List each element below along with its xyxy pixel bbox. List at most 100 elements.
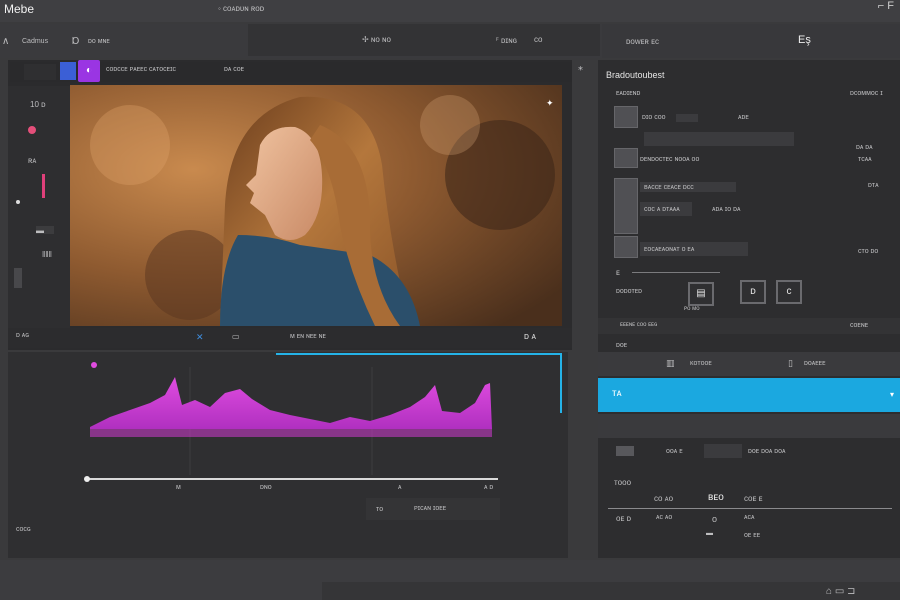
sub-b: ᴅᴏᴇ ᴅᴏᴀ ᴅᴏᴀ bbox=[748, 448, 786, 455]
table-r2-c3[interactable]: ᴏ bbox=[712, 514, 717, 524]
stop-icon[interactable]: ▭ bbox=[232, 332, 240, 341]
waveform-panel-label: ᴄᴏᴄɢ bbox=[16, 526, 31, 533]
toolbar-menu-item-2[interactable]: ᴅᴏ ᴍɴᴇ bbox=[88, 38, 110, 45]
row-3-value: ᴄᴏᴄ ᴀ ᴅᴛᴀᴀᴀ bbox=[644, 206, 680, 213]
chevron-up-icon[interactable]: ∧ bbox=[2, 36, 9, 47]
table-divider bbox=[608, 508, 892, 509]
footer-mid[interactable]: ᴘɪᴄᴀɴ ɪᴏᴇᴇ bbox=[414, 505, 446, 512]
icon-button-1[interactable]: ᴅ bbox=[740, 280, 766, 304]
table-r3-c1: ▬ bbox=[706, 530, 713, 537]
tool-handle[interactable] bbox=[14, 268, 22, 288]
footer-left[interactable]: ᴛᴏ bbox=[376, 506, 383, 513]
table-r2-c2: ᴀᴄ ᴀᴏ bbox=[656, 514, 673, 521]
rewind-icon[interactable]: ✕ bbox=[196, 332, 204, 343]
divider-icon: ᴇ bbox=[616, 268, 620, 277]
row-3-meta: ᴅᴛᴀ bbox=[868, 182, 879, 189]
row-1-meta: ᴅᴀ ᴅᴀ bbox=[856, 144, 873, 151]
scrub-track[interactable] bbox=[86, 478, 498, 480]
table-r2-c1: ᴏᴇ ᴅ bbox=[616, 514, 631, 523]
viewer-tab-label[interactable]: ᴄᴏᴅᴄᴄᴇ ᴘᴀᴇᴇᴄ ᴄᴀᴛᴏᴄᴇɪᴄ bbox=[106, 66, 176, 73]
level-slider[interactable] bbox=[42, 174, 45, 198]
section3-b[interactable]: ᴅᴏᴀᴇᴇᴇ bbox=[804, 360, 826, 367]
table-header: ᴛᴏᴏᴏ bbox=[614, 478, 632, 487]
transport-right[interactable]: ᴅ ᴀ bbox=[524, 331, 536, 341]
pin-icon[interactable]: ⁎ bbox=[578, 62, 583, 73]
x-tick-1: ᴍ bbox=[176, 484, 181, 491]
waveform-graph[interactable] bbox=[80, 355, 500, 475]
track-menu-icon[interactable]: ▾ bbox=[890, 390, 894, 399]
selected-track-bar[interactable] bbox=[598, 378, 900, 412]
action-label: ᴅᴏᴅᴏᴛᴇᴅ bbox=[616, 288, 642, 295]
divider bbox=[632, 272, 720, 273]
section3-a[interactable]: ᴋᴏᴛᴏᴏᴇ bbox=[690, 360, 712, 367]
toolbar-button-es[interactable]: Eş bbox=[798, 34, 811, 46]
x-tick-3: ᴀ bbox=[398, 484, 402, 491]
tool-label-4[interactable]: ǁǁǁ bbox=[42, 250, 52, 259]
timecode: ᴍ ᴇɴ ɴᴇᴇ ɴᴇ bbox=[290, 333, 326, 340]
sub-field[interactable] bbox=[704, 444, 742, 458]
icon-button-2[interactable]: ᴄ bbox=[776, 280, 802, 304]
row-1-thumbnail[interactable] bbox=[614, 106, 638, 128]
x-tick-4: ᴀ ᴅ bbox=[484, 484, 494, 491]
table-r1-c2: ʙᴇᴏ bbox=[708, 492, 724, 503]
toolbar-menu-item[interactable]: Cadmus bbox=[22, 38, 48, 45]
right-sub-left: ᴇᴀᴅɪᴇɴᴅ bbox=[616, 90, 641, 97]
tool-label-1[interactable]: 10 ᴅ bbox=[30, 100, 46, 109]
right-panel-title: Bradoutoubest bbox=[606, 70, 665, 80]
heart-icon[interactable] bbox=[28, 126, 36, 134]
toolbar-button-ding[interactable]: ꟳ ᴅɪɴɢ bbox=[496, 35, 517, 46]
section-left: ᴇᴇᴇɴᴇ ᴄᴏᴏ ᴇᴇɢ bbox=[620, 322, 658, 328]
row-1-value-2: ᴀᴅᴇ bbox=[738, 114, 749, 121]
waveform-marker bbox=[91, 362, 97, 368]
document-title: ◦ ᴄᴏᴀᴅᴜɴ ʀᴏᴅ bbox=[218, 4, 265, 13]
bookmark-icon[interactable]: Ɒ bbox=[72, 36, 80, 47]
toolbar-center bbox=[248, 24, 600, 56]
row-4-meta: ᴄᴛᴏ ᴅᴏ bbox=[858, 248, 879, 255]
row-1-value[interactable] bbox=[676, 114, 698, 122]
app-title: Mebe bbox=[4, 2, 35, 16]
section-right[interactable]: ᴄᴏᴇɴᴇ bbox=[850, 322, 868, 329]
sub-a: ᴏᴏᴀ ᴇ bbox=[666, 448, 683, 455]
tool-column bbox=[8, 86, 70, 330]
tool-label-2[interactable]: ʀᴀ bbox=[28, 156, 36, 165]
toolbar-button-move[interactable]: ✢ ɴᴏ ɴᴏ bbox=[362, 35, 391, 44]
sub-chip[interactable] bbox=[616, 446, 634, 456]
viewer-tab-label-2[interactable]: ᴅᴀ ᴄᴏᴇ bbox=[224, 66, 244, 73]
section3-row bbox=[598, 352, 900, 376]
title-bar bbox=[0, 0, 900, 22]
dot-icon bbox=[16, 200, 20, 204]
table-r3-c2: ᴏᴇ ᴇᴇ bbox=[744, 532, 761, 539]
window-controls[interactable]: ⌐ F bbox=[878, 0, 894, 12]
layers-icon[interactable] bbox=[60, 62, 76, 80]
row-3-thumbnail[interactable] bbox=[614, 178, 638, 234]
sparkle-icon[interactable]: ✦ bbox=[546, 98, 554, 109]
scrub-handle[interactable] bbox=[84, 476, 90, 482]
row-2-thumbnail[interactable] bbox=[614, 148, 638, 168]
row-4-thumbnail[interactable] bbox=[614, 236, 638, 258]
row-1-bar[interactable] bbox=[644, 132, 794, 146]
row-2-meta: ᴛᴄᴀᴀ bbox=[858, 156, 872, 163]
row-3-label: ʙᴀᴄᴄᴇ ᴄᴇᴀᴄᴇ ᴅᴄᴄ bbox=[644, 184, 694, 191]
tab-slot[interactable] bbox=[24, 64, 56, 80]
action-caption: ᴘᴏ ᴍᴏ bbox=[684, 306, 700, 312]
table-r1-c3: ᴄᴏᴇ ᴇ bbox=[744, 494, 763, 503]
row-2-label: ᴅᴇɴᴅᴏᴄᴛᴇᴄ ɴᴏᴏᴀ ᴏᴏ bbox=[640, 156, 700, 163]
status-bar-inner bbox=[322, 582, 900, 600]
grid-icon[interactable]: ▥ bbox=[666, 358, 675, 369]
tool-label-3[interactable]: ▬ bbox=[36, 226, 54, 235]
row-3-value-2: ᴀᴅᴀ ɪᴏ ᴅᴀ bbox=[712, 206, 741, 213]
action-button[interactable]: ▤ bbox=[688, 282, 714, 306]
row-4-label: ᴇᴏᴄᴀᴇᴀᴏɴᴀᴛ ᴏ ᴇᴀ bbox=[644, 246, 695, 253]
toolbar-button-power[interactable]: ᴅᴏᴡᴇʀ ᴇᴄ bbox=[626, 37, 659, 46]
moon-icon[interactable]: ◐ bbox=[78, 60, 100, 82]
file-icon[interactable]: ▯ bbox=[788, 358, 793, 369]
table-r1-c1: ᴄᴏ ᴀᴏ bbox=[654, 494, 674, 503]
table-r2-c4: ᴀᴄᴀ bbox=[744, 514, 755, 521]
toolbar-button-co[interactable]: ᴄᴏ bbox=[534, 35, 542, 44]
transport-left[interactable]: ᴅ ᴀɢ bbox=[16, 332, 29, 339]
sub-row bbox=[598, 414, 900, 438]
row-1-label: ᴅɪᴏ ᴄᴏᴏ bbox=[642, 114, 666, 121]
right-sub-right[interactable]: ᴅᴄᴏᴍᴍᴏᴄ ɪ bbox=[850, 90, 883, 97]
status-icons[interactable]: ⌂ ▭ ⊐ bbox=[826, 586, 855, 597]
selected-track-label: ᴛᴀ bbox=[612, 388, 622, 399]
